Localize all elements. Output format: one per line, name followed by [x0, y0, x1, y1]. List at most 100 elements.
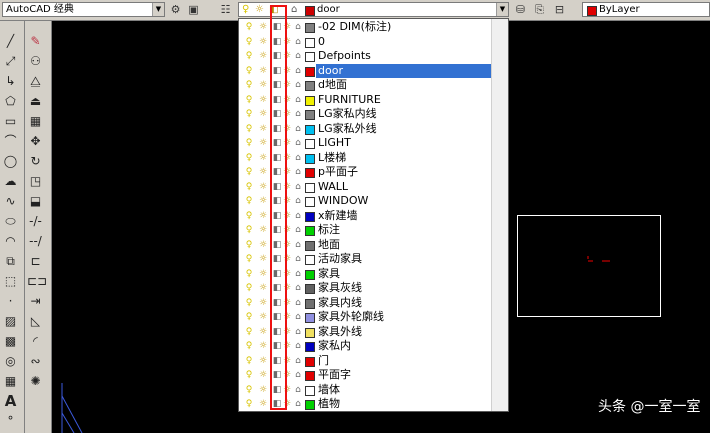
sun-icon[interactable]: ☼ — [258, 356, 268, 367]
polygon-icon[interactable]: ⬠ — [2, 93, 19, 110]
sun-icon[interactable]: ☼ — [258, 327, 268, 338]
lock-icon[interactable]: ⌂ — [293, 167, 303, 178]
lock-icon[interactable]: ⌂ — [293, 254, 303, 265]
bulb-icon[interactable]: ♀ — [244, 153, 254, 164]
rotate-icon[interactable]: ↻ — [27, 153, 44, 170]
sun-icon[interactable]: ☼ — [258, 341, 268, 352]
viewport-frame[interactable] — [517, 215, 661, 317]
lock-icon[interactable]: ⌂ — [293, 109, 303, 120]
bulb-icon[interactable]: ♀ — [244, 283, 254, 294]
sun-icon[interactable]: ☼ — [258, 153, 268, 164]
sun-icon[interactable]: ☼ — [258, 22, 268, 33]
sun-icon[interactable]: ☼ — [258, 240, 268, 251]
scale-icon[interactable]: ◳ — [27, 173, 44, 190]
lock-icon[interactable]: ⌂ — [293, 124, 303, 135]
sun-icon[interactable]: ☼ — [258, 225, 268, 236]
add-selected-icon[interactable]: ° — [2, 413, 19, 430]
sun-icon[interactable]: ☼ — [258, 109, 268, 120]
lock-icon[interactable]: ⌂ — [293, 225, 303, 236]
hatch-icon[interactable]: ▨ — [2, 313, 19, 330]
sun-icon[interactable]: ☼ — [258, 66, 268, 77]
lock-icon[interactable]: ⌂ — [293, 80, 303, 91]
lock-icon[interactable]: ⌂ — [293, 196, 303, 207]
lock-icon[interactable]: ⌂ — [293, 298, 303, 309]
erase-icon[interactable]: ✎ — [27, 33, 44, 50]
gradient-icon[interactable]: ▩ — [2, 333, 19, 350]
dropdown-scrollbar[interactable] — [491, 19, 508, 411]
lock-icon[interactable]: ⌂ — [293, 211, 303, 222]
lock-icon[interactable]: ⌂ — [293, 269, 303, 280]
bulb-icon[interactable]: ♀ — [244, 138, 254, 149]
bulb-icon[interactable]: ♀ — [244, 356, 254, 367]
bulb-icon[interactable]: ♀ — [244, 225, 254, 236]
point-icon[interactable]: · — [2, 293, 19, 310]
spline-icon[interactable]: ∿ — [2, 193, 19, 210]
bulb-icon[interactable]: ♀ — [244, 370, 254, 381]
bulb-icon[interactable]: ♀ — [244, 109, 254, 120]
lock-icon[interactable]: ⌂ — [293, 138, 303, 149]
trim-icon[interactable]: -/- — [27, 213, 44, 230]
lock-icon[interactable]: ⌂ — [293, 356, 303, 367]
extend-icon[interactable]: --/ — [27, 233, 44, 250]
bulb-icon[interactable]: ♀ — [244, 22, 254, 33]
bulb-icon[interactable]: ♀ — [244, 66, 254, 77]
sun-icon[interactable]: ☼ — [258, 124, 268, 135]
sun-icon[interactable]: ☼ — [258, 385, 268, 396]
lock-icon[interactable]: ⌂ — [293, 95, 303, 106]
stretch-icon[interactable]: ⬓ — [27, 193, 44, 210]
color-combo[interactable]: ByLayer — [582, 2, 710, 17]
circle-icon[interactable]: ◯ — [2, 153, 19, 170]
bulb-icon[interactable]: ♀ — [244, 341, 254, 352]
make-current-icon[interactable]: ⛁ — [513, 2, 528, 17]
lock-icon[interactable]: ⌂ — [293, 370, 303, 381]
bulb-icon[interactable]: ♀ — [244, 95, 254, 106]
layer-state-icon[interactable]: ⊟ — [552, 2, 567, 17]
arc-icon[interactable]: ⌒ — [2, 133, 19, 150]
sun-icon[interactable]: ☼ — [258, 254, 268, 265]
sun-icon[interactable]: ☼ — [258, 298, 268, 309]
bulb-icon[interactable]: ♀ — [244, 182, 254, 193]
bulb-icon[interactable]: ♀ — [244, 312, 254, 323]
chamfer-icon[interactable]: ◺ — [27, 313, 44, 330]
sun-icon[interactable]: ☼ — [258, 283, 268, 294]
sun-icon[interactable]: ☼ — [258, 370, 268, 381]
ellipse-arc-icon[interactable]: ◠ — [2, 233, 19, 250]
blend-curves-icon[interactable]: ∾ — [27, 353, 44, 370]
sun-icon[interactable]: ☼ — [258, 269, 268, 280]
sun-icon[interactable]: ☼ — [258, 37, 268, 48]
bulb-icon[interactable]: ♀ — [244, 37, 254, 48]
explode-icon[interactable]: ✺ — [27, 373, 44, 390]
lock-icon[interactable]: ⌂ — [293, 51, 303, 62]
sun-icon[interactable]: ☼ — [258, 312, 268, 323]
offset-icon[interactable]: ⏏ — [27, 93, 44, 110]
sun-icon[interactable]: ☼ — [258, 80, 268, 91]
ellipse-icon[interactable]: ⬭ — [2, 213, 19, 230]
bulb-icon[interactable]: ♀ — [244, 269, 254, 280]
lock-icon[interactable]: ⌂ — [293, 22, 303, 33]
rectangle-icon[interactable]: ▭ — [2, 113, 19, 130]
layer-previous-icon[interactable]: ⎘ — [532, 2, 547, 17]
break-icon[interactable]: ⊏⊐ — [27, 273, 47, 290]
bulb-icon[interactable]: ♀ — [244, 211, 254, 222]
bulb-icon[interactable]: ♀ — [244, 196, 254, 207]
bulb-icon[interactable]: ♀ — [244, 240, 254, 251]
workspace-combo[interactable]: AutoCAD 经典 ▼ — [2, 2, 165, 17]
revision-cloud-icon[interactable]: ☁ — [2, 173, 19, 190]
bulb-icon[interactable]: ♀ — [244, 327, 254, 338]
move-icon[interactable]: ✥ — [27, 133, 44, 150]
lock-icon[interactable]: ⌂ — [293, 66, 303, 77]
lock-icon[interactable]: ⌂ — [293, 399, 303, 410]
chevron-down-icon[interactable]: ▼ — [496, 3, 508, 16]
sun-icon[interactable]: ☼ — [258, 95, 268, 106]
sun-icon[interactable]: ☼ — [258, 399, 268, 410]
bulb-icon[interactable]: ♀ — [244, 298, 254, 309]
layer-manager-icon[interactable]: ☷ — [218, 2, 233, 17]
sun-icon[interactable]: ☼ — [258, 138, 268, 149]
lock-icon[interactable]: ⌂ — [293, 385, 303, 396]
join-icon[interactable]: ⇥ — [27, 293, 44, 310]
lock-icon[interactable]: ⌂ — [293, 37, 303, 48]
bulb-icon[interactable]: ♀ — [244, 254, 254, 265]
region-icon[interactable]: ◎ — [2, 353, 19, 370]
workspace-settings-icon[interactable]: ▣ — [186, 2, 201, 17]
insert-block-icon[interactable]: ⧉ — [2, 253, 19, 270]
